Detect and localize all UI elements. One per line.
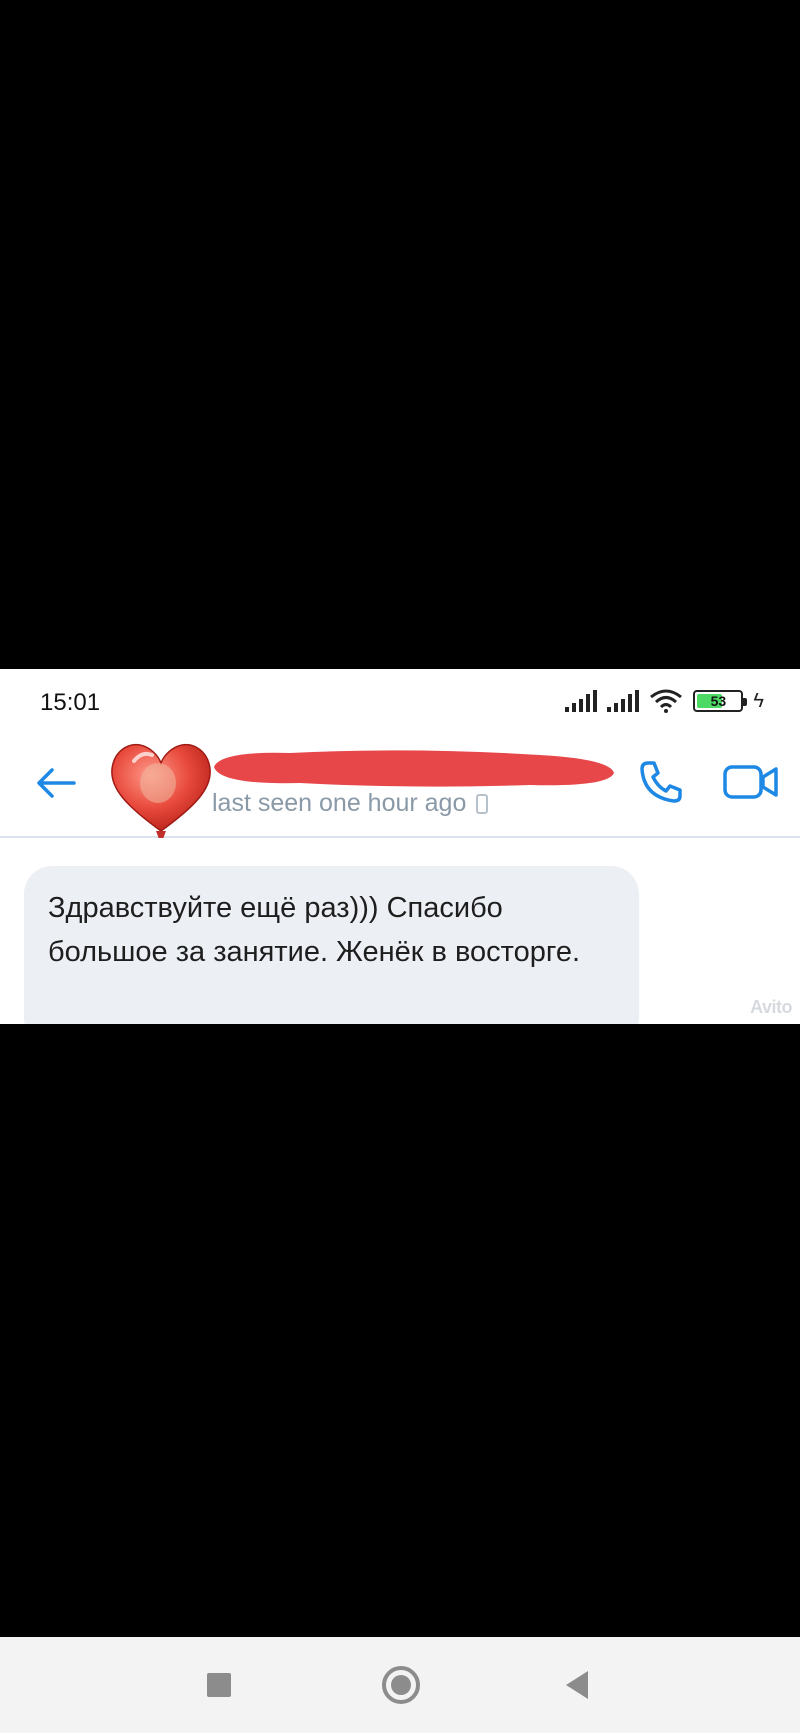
battery-icon: 53 xyxy=(693,690,748,712)
status-icons: 53 ϟ xyxy=(565,689,764,713)
wifi-icon xyxy=(650,689,683,713)
avito-watermark: Avito xyxy=(750,997,792,1017)
back-triangle-icon[interactable] xyxy=(566,1671,588,1699)
back-arrow-icon[interactable] xyxy=(34,761,78,805)
home-circle-icon[interactable] xyxy=(382,1666,420,1704)
message-list: Здравствуйте ещё раз))) Спасибо большое … xyxy=(0,838,800,1024)
charging-icon: ϟ xyxy=(753,689,764,712)
last-seen-text: last seen one hour ago xyxy=(212,789,467,817)
battery-level-text: 53 xyxy=(710,693,727,709)
video-call-icon[interactable] xyxy=(722,759,780,805)
signal-icon-2 xyxy=(607,690,640,712)
status-bar: 15:01 53 ϟ xyxy=(0,669,800,733)
signal-icon xyxy=(565,690,598,712)
contact-name-redacted xyxy=(214,750,614,787)
last-seen-status: last seen one hour ago xyxy=(212,789,489,818)
mobile-device-icon xyxy=(476,793,489,814)
recents-square-icon[interactable] xyxy=(207,1673,231,1697)
status-clock: 15:01 xyxy=(40,689,101,716)
system-nav-bar xyxy=(0,1637,800,1733)
message-bubble[interactable]: Здравствуйте ещё раз))) Спасибо большое … xyxy=(24,866,639,1024)
black-letterbox-top xyxy=(0,0,800,669)
phone-call-icon[interactable] xyxy=(636,757,686,807)
black-letterbox-bottom xyxy=(0,1024,800,1637)
chat-header: last seen one hour ago xyxy=(0,733,800,864)
chat-screen: 15:01 53 ϟ last seen one hour ago Здравс… xyxy=(0,669,800,1024)
message-text: Здравствуйте ещё раз))) Спасибо большое … xyxy=(48,892,581,968)
